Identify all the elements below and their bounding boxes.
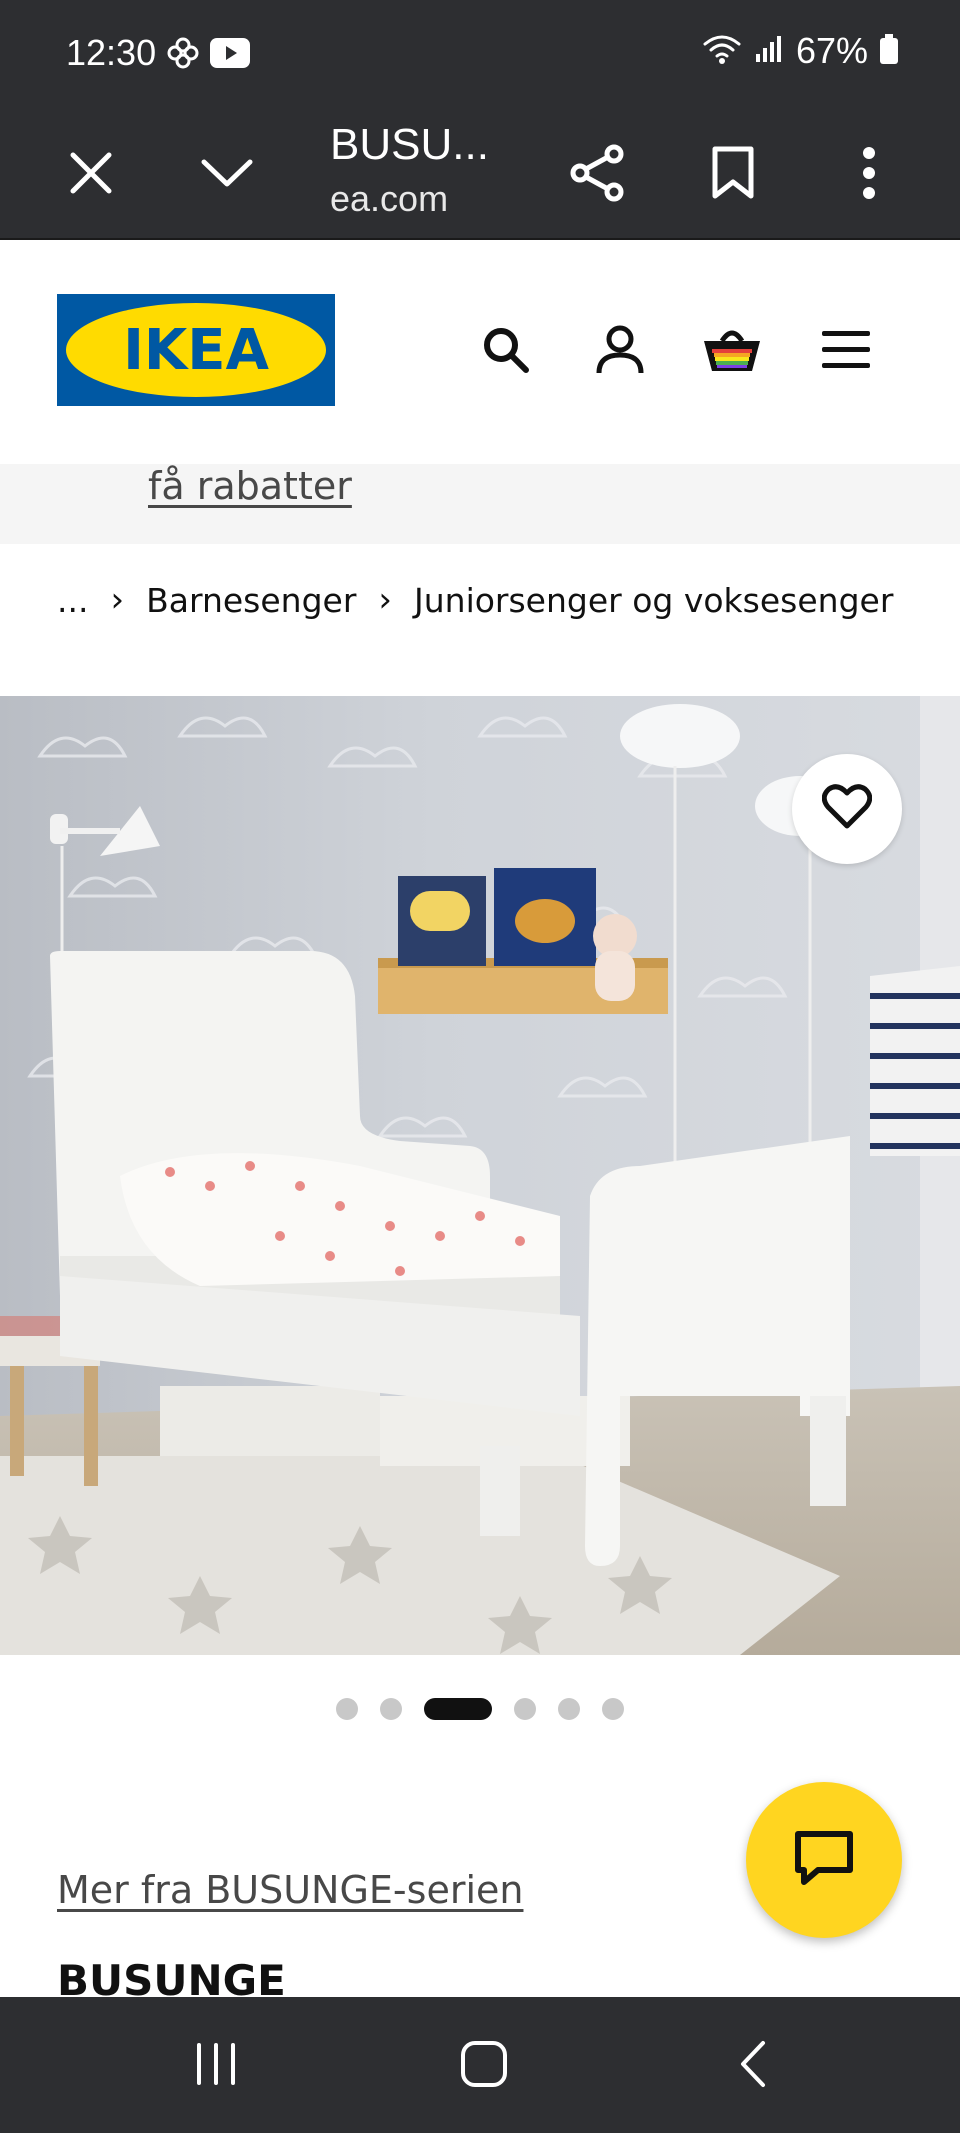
breadcrumb: ... › Barnesenger › Juniorsenger og voks…: [57, 580, 893, 620]
chat-button[interactable]: [746, 1782, 902, 1938]
wifi-icon: [702, 32, 742, 70]
logo-text: IKEA: [123, 318, 269, 383]
carousel-dot-2[interactable]: [380, 1698, 402, 1720]
carousel-indicators: [0, 1698, 960, 1720]
promo-link[interactable]: få rabatter: [148, 464, 352, 508]
basket-icon: [702, 325, 762, 379]
carousel-dot-6[interactable]: [602, 1698, 624, 1720]
back-icon: [737, 2039, 767, 2093]
share-button[interactable]: [552, 130, 642, 220]
back-button[interactable]: [712, 2031, 792, 2101]
carousel-dot-3-active[interactable]: [424, 1698, 492, 1720]
page-domain[interactable]: ea.com: [330, 178, 448, 220]
site-header: IKEA: [0, 240, 960, 464]
signal-icon: [754, 34, 784, 68]
close-icon: [69, 151, 113, 199]
menu-icon: [822, 331, 870, 373]
share-icon: [570, 144, 624, 206]
promo-banner: få rabatter: [0, 464, 960, 544]
more-options-button[interactable]: [824, 130, 914, 220]
youtube-icon: [210, 38, 250, 72]
chevron-right-icon: ›: [378, 580, 392, 620]
battery-percent: 67%: [795, 30, 868, 71]
pinwheel-icon: [166, 36, 200, 74]
account-button[interactable]: [588, 320, 652, 384]
page-title[interactable]: BUSU...: [330, 120, 489, 170]
carousel-dot-5[interactable]: [558, 1698, 580, 1720]
search-icon: [482, 326, 530, 378]
basket-button[interactable]: [700, 320, 764, 384]
home-button[interactable]: [444, 2031, 524, 2101]
chevron-down-icon: [201, 158, 253, 192]
status-time: 12:30: [66, 32, 157, 73]
more-vert-icon: [862, 147, 876, 203]
favorite-button[interactable]: [792, 754, 902, 864]
status-bar: 12:30 67%: [0, 0, 960, 110]
menu-button[interactable]: [814, 320, 878, 384]
bookmark-button[interactable]: [688, 130, 778, 220]
ikea-logo[interactable]: IKEA: [57, 294, 335, 406]
system-nav-bar: [0, 1997, 960, 2133]
breadcrumb-ellipsis[interactable]: ...: [57, 581, 88, 620]
recent-apps-button[interactable]: [176, 2031, 256, 2101]
status-app-icons: [166, 36, 250, 74]
series-link[interactable]: Mer fra BUSUNGE-serien: [57, 1868, 523, 1912]
home-icon: [460, 2040, 508, 2092]
breadcrumb-item-juniorsenger[interactable]: Juniorsenger og voksesenger: [414, 581, 893, 620]
recent-apps-icon: [193, 2041, 239, 2091]
minimize-button[interactable]: [182, 130, 272, 220]
account-icon: [595, 325, 645, 379]
battery-icon: [880, 34, 898, 68]
carousel-dot-1[interactable]: [336, 1698, 358, 1720]
search-button[interactable]: [474, 320, 538, 384]
bookmark-icon: [711, 146, 755, 204]
carousel-dot-4[interactable]: [514, 1698, 536, 1720]
close-tab-button[interactable]: [46, 130, 136, 220]
chevron-right-icon: ›: [110, 580, 125, 620]
status-right: 67%: [702, 30, 898, 72]
browser-toolbar: BUSU... ea.com: [0, 110, 960, 240]
breadcrumb-item-barnesenger[interactable]: Barnesenger: [146, 581, 356, 620]
heart-icon: [821, 784, 873, 834]
chat-icon: [794, 1830, 854, 1890]
